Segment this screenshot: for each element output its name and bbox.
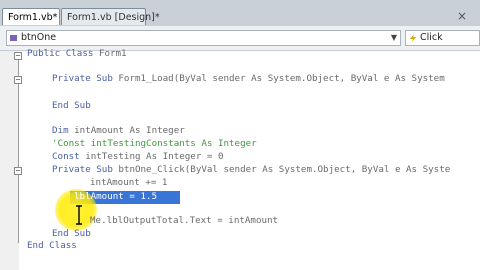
code-keyword: End Sub xyxy=(52,228,91,239)
chevron-down-icon[interactable]: ▼ xyxy=(391,31,397,45)
code-keyword: Const xyxy=(52,151,86,162)
code-keyword: End Class xyxy=(27,240,77,251)
code-line-selected[interactable]: lblAmount = 1.5 xyxy=(74,191,157,203)
class-member-icon xyxy=(10,35,17,41)
code-line-comment[interactable]: 'Const intTestingConstants As Integer xyxy=(52,138,257,150)
collapse-click-icon[interactable]: − xyxy=(14,167,22,175)
code-text: intTesting As Integer = 0 xyxy=(85,151,224,162)
code-line-dim[interactable]: Dim intAmount As Integer xyxy=(52,125,185,137)
code-line-end-sub-2[interactable]: End Sub xyxy=(52,228,91,240)
code-keyword: Dim xyxy=(52,125,75,136)
collapse-class-icon[interactable]: − xyxy=(14,52,22,60)
code-line-class[interactable]: Public Class Form1 xyxy=(27,48,127,60)
code-line-assign-label[interactable]: Me.lblOutputTotal.Text = intAmount xyxy=(90,215,278,227)
tab-form1-vb[interactable]: Form1.vb* xyxy=(2,8,60,25)
close-tab-icon[interactable]: × xyxy=(455,9,469,23)
code-line-increment[interactable]: intAmount += 1 xyxy=(90,177,167,189)
code-line-const[interactable]: Const intTesting As Integer = 0 xyxy=(52,151,224,163)
code-text: Form1 xyxy=(98,48,127,59)
object-dropdown[interactable]: btnOne ▼ xyxy=(6,30,401,46)
collapse-load-icon[interactable]: − xyxy=(14,76,22,84)
object-dropdown-value: btnOne xyxy=(21,32,57,43)
event-dropdown-value: Click xyxy=(420,32,443,43)
code-line-end-sub-1[interactable]: End Sub xyxy=(52,100,91,112)
outline-guide xyxy=(18,56,19,243)
code-text: intAmount As Integer xyxy=(74,125,185,136)
code-text: btnOne_Click(ByVal sender As System.Obje… xyxy=(118,164,451,175)
code-keyword: Private Sub xyxy=(52,164,119,175)
code-text: Me.lblOutputTotal.Text = intAmount xyxy=(90,215,279,226)
code-line-load-sub[interactable]: Private Sub Form1_Load(ByVal sender As S… xyxy=(52,73,445,85)
document-tab-strip: Form1.vb* Form1.vb [Design]* × xyxy=(0,0,480,27)
event-lightning-icon xyxy=(410,34,416,42)
text-cursor-icon xyxy=(76,205,82,225)
code-keyword: Public Class xyxy=(27,48,99,59)
code-keyword: End Sub xyxy=(52,100,91,111)
code-comment: 'Const intTestingConstants As Integer xyxy=(52,138,257,149)
tab-form1-designer[interactable]: Form1.vb [Design]* xyxy=(61,8,160,25)
selected-code-text: lblAmount = 1.5 xyxy=(74,191,157,202)
code-line-end-class[interactable]: End Class xyxy=(27,240,77,252)
event-dropdown[interactable]: Click xyxy=(405,30,480,46)
code-text: Form1_Load(ByVal sender As System.Object… xyxy=(118,73,445,84)
code-keyword: Private Sub xyxy=(52,73,119,84)
code-line-click-sub[interactable]: Private Sub btnOne_Click(ByVal sender As… xyxy=(52,164,450,176)
code-text: intAmount += 1 xyxy=(90,177,168,188)
